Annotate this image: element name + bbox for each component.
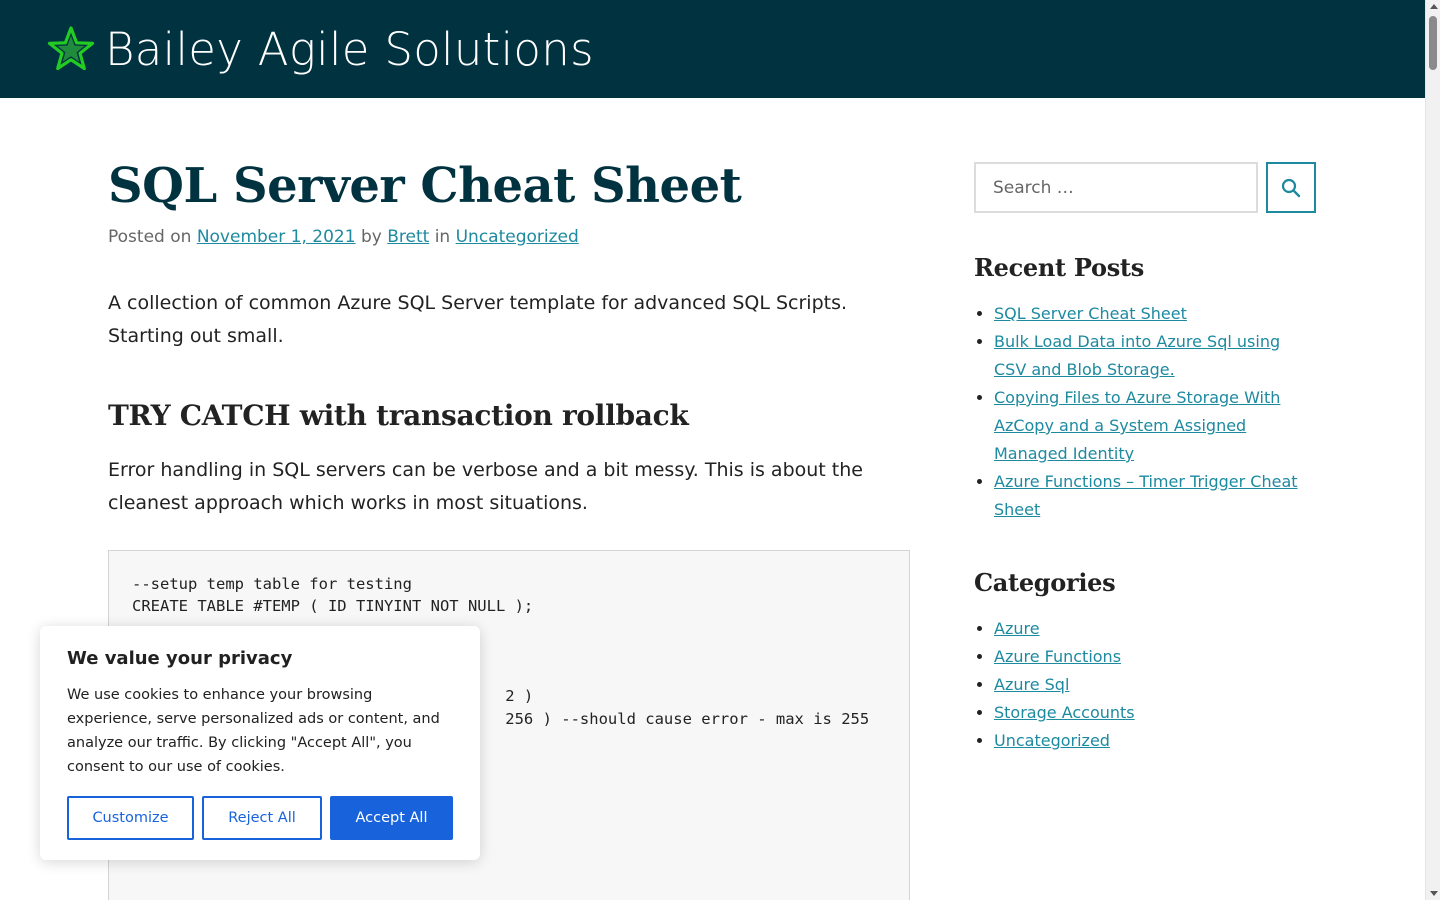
section-heading: TRY CATCH with transaction rollback bbox=[108, 398, 689, 432]
cookie-title: We value your privacy bbox=[67, 648, 293, 669]
scroll-up-icon[interactable] bbox=[1430, 4, 1438, 9]
categories-list: Azure Azure Functions Azure Sql Storage … bbox=[974, 615, 1316, 755]
list-item: Azure Functions – Timer Trigger Cheat Sh… bbox=[994, 468, 1316, 524]
site-header: Bailey Agile Solutions bbox=[0, 0, 1425, 98]
customize-button[interactable]: Customize bbox=[67, 796, 194, 840]
cookie-buttons: Customize Reject All Accept All bbox=[67, 796, 453, 840]
category-link[interactable]: Storage Accounts bbox=[994, 703, 1135, 722]
list-item: Bulk Load Data into Azure Sql using CSV … bbox=[994, 328, 1316, 384]
list-item: Azure bbox=[994, 615, 1316, 643]
recent-post-link[interactable]: SQL Server Cheat Sheet bbox=[994, 304, 1187, 323]
post-title: SQL Server Cheat Sheet bbox=[108, 158, 742, 214]
meta-by: by bbox=[360, 226, 382, 247]
category-link[interactable]: Uncategorized bbox=[994, 731, 1110, 750]
list-item: Azure Functions bbox=[994, 643, 1316, 671]
code-line: CREATE TABLE #TEMP ( ID TINYINT NOT NULL… bbox=[132, 597, 534, 616]
reject-all-button[interactable]: Reject All bbox=[202, 796, 322, 840]
recent-post-link[interactable]: Bulk Load Data into Azure Sql using CSV … bbox=[994, 332, 1280, 379]
category-link[interactable]: Azure Sql bbox=[994, 675, 1069, 694]
list-item: Uncategorized bbox=[994, 727, 1316, 755]
accept-all-button[interactable]: Accept All bbox=[330, 796, 453, 840]
category-link[interactable]: Azure bbox=[994, 619, 1040, 638]
cookie-consent-banner: We value your privacy We use cookies to … bbox=[40, 626, 480, 860]
recent-posts-list: SQL Server Cheat Sheet Bulk Load Data in… bbox=[974, 300, 1316, 524]
cookie-text: We use cookies to enhance your browsing … bbox=[67, 687, 440, 775]
categories-title: Categories bbox=[974, 568, 1116, 597]
post-date-link[interactable]: November 1, 2021 bbox=[197, 227, 356, 247]
meta-in: in bbox=[434, 226, 451, 247]
recent-post-link[interactable]: Azure Functions – Timer Trigger Cheat Sh… bbox=[994, 472, 1298, 519]
post-author-link[interactable]: Brett bbox=[387, 227, 429, 247]
post-intro: A collection of common Azure SQL Server … bbox=[108, 291, 848, 347]
recent-posts-title: Recent Posts bbox=[974, 253, 1144, 282]
page-scrollbar[interactable] bbox=[1425, 0, 1440, 900]
search-button[interactable] bbox=[1266, 162, 1316, 213]
scroll-thumb[interactable] bbox=[1429, 16, 1437, 70]
search-input[interactable] bbox=[974, 162, 1258, 213]
sidebar: Recent Posts SQL Server Cheat Sheet Bulk… bbox=[974, 162, 1316, 755]
section-text: Error handling in SQL servers can be ver… bbox=[108, 458, 863, 514]
list-item: Copying Files to Azure Storage With AzCo… bbox=[994, 384, 1316, 468]
meta-prefix: Posted on bbox=[108, 226, 192, 247]
list-item: SQL Server Cheat Sheet bbox=[994, 300, 1316, 328]
recent-post-link[interactable]: Copying Files to Azure Storage With AzCo… bbox=[994, 388, 1280, 463]
star-logo-icon[interactable] bbox=[47, 25, 95, 73]
list-item: Azure Sql bbox=[994, 671, 1316, 699]
post-meta: Posted on November 1, 2021 by Brett in U… bbox=[108, 227, 910, 247]
search-icon bbox=[1281, 178, 1301, 197]
site-title-link[interactable]: Bailey Agile Solutions bbox=[105, 27, 594, 72]
category-link[interactable]: Azure Functions bbox=[994, 647, 1121, 666]
search-form bbox=[974, 162, 1316, 213]
scroll-down-icon[interactable] bbox=[1430, 891, 1438, 896]
code-line: --setup temp table for testing bbox=[132, 574, 412, 593]
post-category-link[interactable]: Uncategorized bbox=[456, 227, 579, 247]
list-item: Storage Accounts bbox=[994, 699, 1316, 727]
